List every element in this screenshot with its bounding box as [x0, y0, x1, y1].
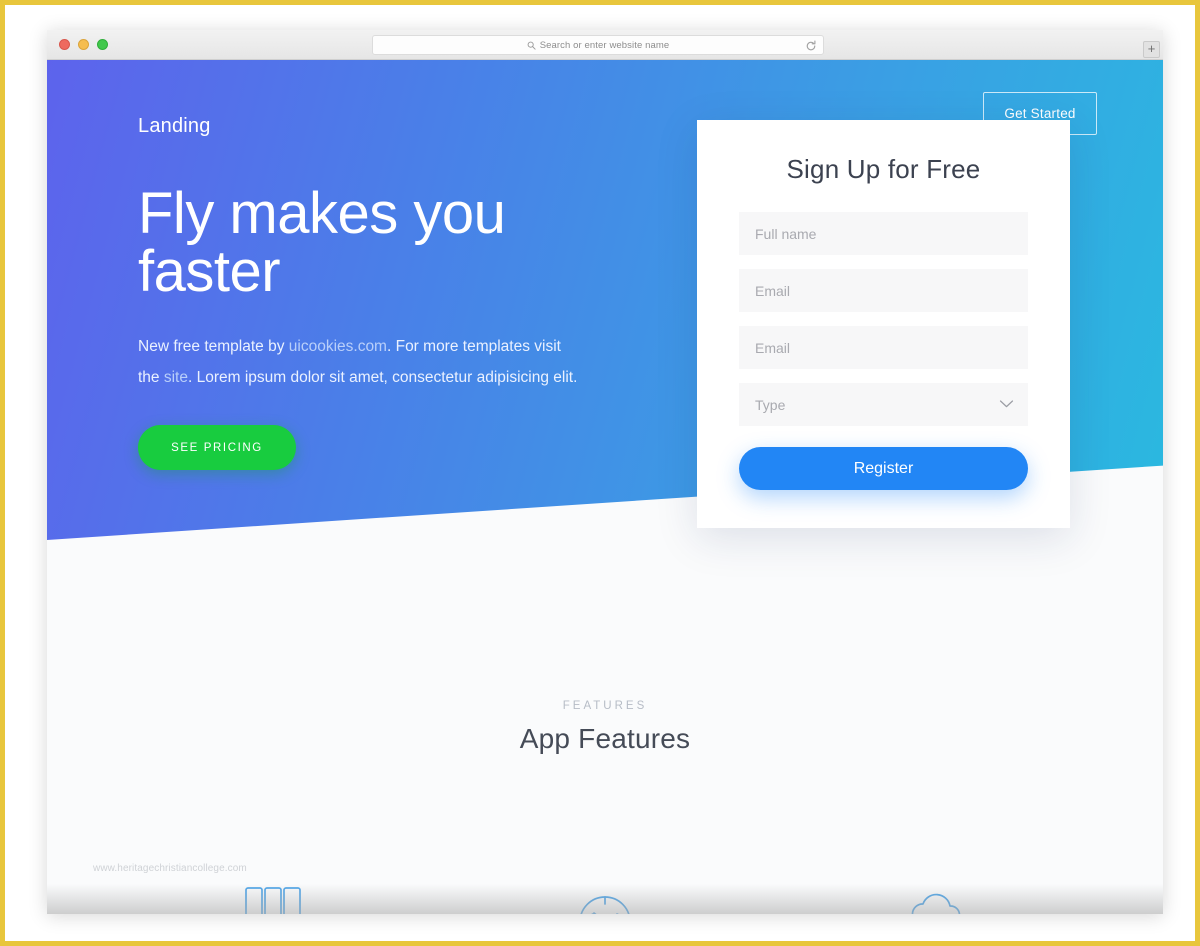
hero-paragraph: New free template by uicookies.com. For …: [138, 331, 578, 393]
site-logo[interactable]: Landing: [138, 115, 211, 138]
chevron-down-icon: [999, 400, 1014, 408]
register-button[interactable]: Register: [739, 447, 1028, 490]
hero-text-part-3: . Lorem ipsum dolor sit amet, consectetu…: [187, 369, 578, 386]
site-link[interactable]: site: [164, 369, 188, 386]
fullname-placeholder: Full name: [755, 225, 817, 242]
email-field-2[interactable]: Email: [739, 326, 1028, 369]
type-placeholder: Type: [755, 396, 786, 413]
browser-toolbar: Search or enter website name +: [47, 30, 1163, 60]
bottom-fade-overlay: [47, 884, 1163, 914]
hero-text-part-1: New free template by: [138, 338, 289, 355]
features-eyebrow: FEATURES: [562, 700, 648, 712]
hero-content: Fly makes you faster New free template b…: [138, 185, 638, 470]
fullname-field[interactable]: Full name: [739, 212, 1028, 255]
zoom-window-button[interactable]: [97, 39, 108, 50]
type-select[interactable]: Type: [739, 383, 1028, 426]
email-field-1[interactable]: Email: [739, 269, 1028, 312]
page-viewport: Landing Home Features Reviews Pricing FA…: [47, 60, 1163, 914]
address-bar-placeholder: Search or enter website name: [539, 39, 670, 51]
features-section: FEATURES App Features: [47, 700, 1163, 755]
watermark-text: www.heritagechristiancollege.com: [93, 863, 247, 874]
close-window-button[interactable]: [59, 39, 70, 50]
new-tab-button[interactable]: +: [1143, 41, 1160, 58]
window-controls: [59, 39, 108, 50]
email-placeholder-2: Email: [755, 339, 791, 356]
reload-icon[interactable]: [805, 40, 817, 52]
address-bar[interactable]: Search or enter website name: [372, 35, 824, 55]
address-bar-inner: Search or enter website name: [527, 40, 670, 51]
signup-title: Sign Up for Free: [786, 154, 981, 184]
browser-window: Search or enter website name + Landing H…: [47, 30, 1163, 914]
see-pricing-button[interactable]: SEE PRICING: [138, 425, 296, 470]
uicookies-link[interactable]: uicookies.com: [289, 338, 387, 355]
features-title: App Features: [519, 723, 691, 754]
minimize-window-button[interactable]: [78, 39, 89, 50]
search-icon: [527, 41, 536, 50]
signup-card: Sign Up for Free Full name Email Email T…: [697, 120, 1070, 528]
hero-headline: Fly makes you faster: [138, 181, 506, 304]
email-placeholder-1: Email: [755, 282, 791, 299]
page-frame: Search or enter website name + Landing H…: [0, 0, 1200, 946]
